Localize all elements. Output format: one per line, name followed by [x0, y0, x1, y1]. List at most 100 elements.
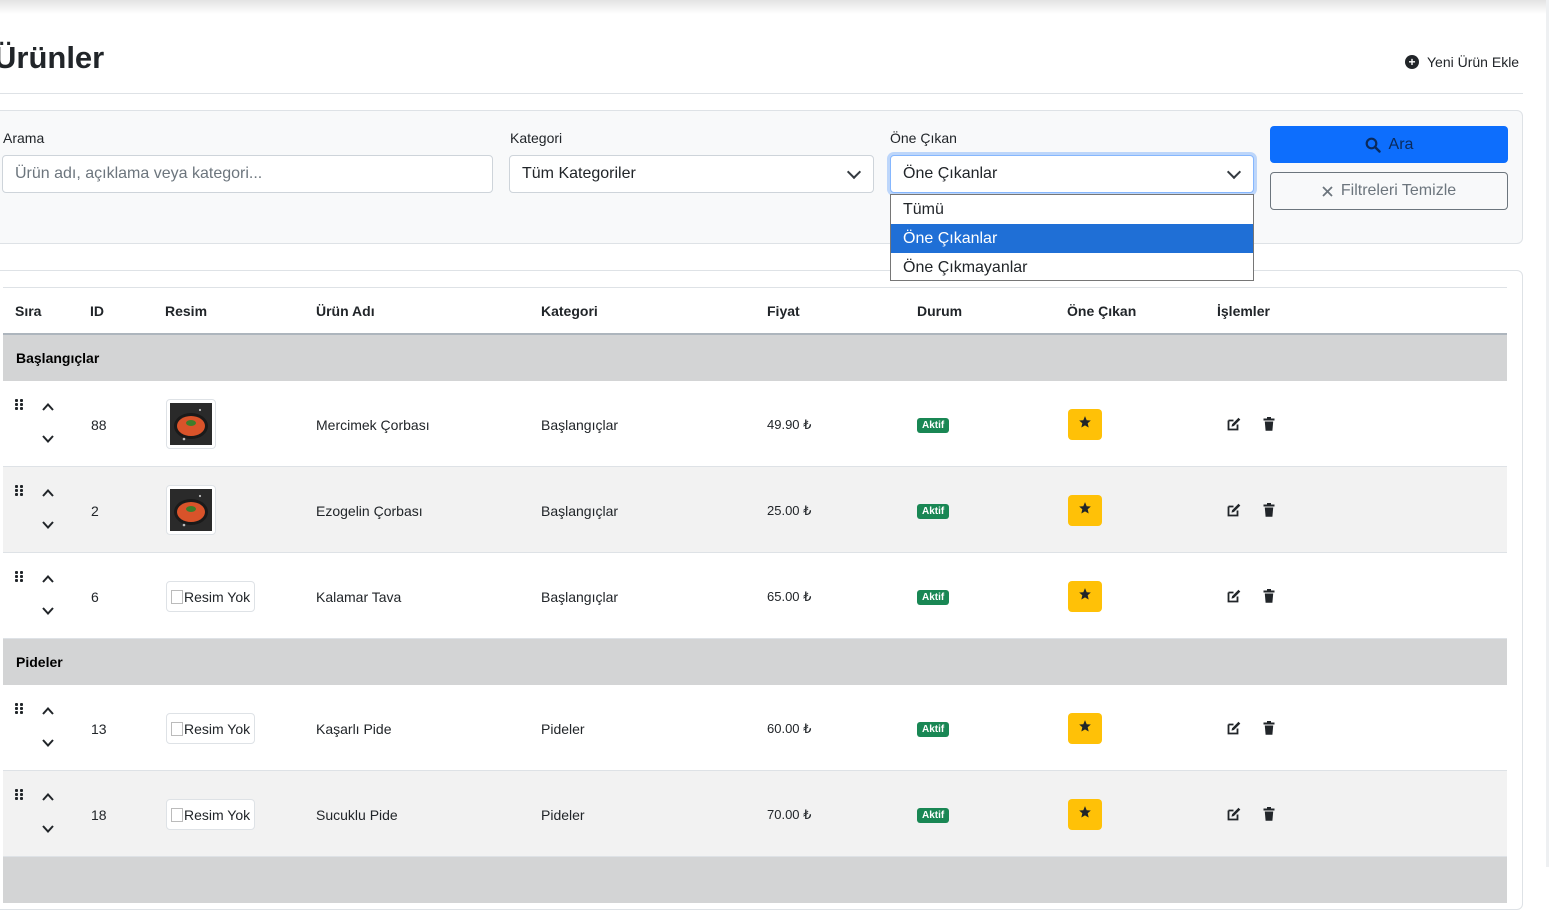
search-icon: [1365, 137, 1381, 153]
move-down-icon[interactable]: [41, 822, 55, 836]
row-id: 13: [91, 721, 107, 737]
status-badge: Aktif: [917, 722, 950, 737]
edit-icon[interactable]: [1226, 720, 1242, 736]
product-thumbnail: [166, 399, 216, 449]
move-up-icon[interactable]: [41, 486, 55, 500]
move-down-icon[interactable]: [41, 432, 55, 446]
product-category: Başlangıçlar: [541, 503, 619, 519]
featured-select[interactable]: Öne Çıkanlar: [890, 155, 1254, 193]
edit-icon[interactable]: [1226, 502, 1242, 518]
move-down-icon[interactable]: [41, 604, 55, 618]
group-row-next: [3, 857, 1507, 903]
row-id: 6: [91, 589, 99, 605]
broken-image-icon: [171, 589, 183, 604]
product-name: Kalamar Tava: [316, 589, 402, 605]
featured-dropdown-list: Tümü Öne Çıkanlar Öne Çıkmayanlar: [890, 194, 1254, 281]
edit-icon[interactable]: [1226, 806, 1242, 822]
group-label: Başlangıçlar: [16, 350, 100, 366]
page-title: Ürünler: [0, 40, 105, 75]
drag-handle-icon[interactable]: [15, 789, 23, 800]
star-icon: [1078, 719, 1092, 738]
no-image-text: Resim Yok: [184, 720, 251, 737]
header-featured: Öne Çıkan: [1067, 303, 1137, 319]
top-shadow: [0, 0, 1549, 14]
chevron-down-icon: [1226, 164, 1242, 180]
edit-icon[interactable]: [1226, 416, 1242, 432]
table-row: 2 Ezogelin Çorbası Başlangıçlar 25.00 ₺ Akti…: [3, 467, 1507, 553]
add-product-label: Yeni Ürün Ekle: [1427, 54, 1520, 70]
featured-toggle-button[interactable]: [1068, 713, 1102, 744]
broken-image-icon: [171, 807, 183, 822]
product-name: Ezogelin Çorbası: [316, 503, 423, 519]
category-select-value: Tüm Kategoriler: [522, 165, 636, 182]
edit-icon[interactable]: [1226, 588, 1242, 604]
title-divider: [0, 93, 1523, 94]
table-top-rule: [3, 287, 1507, 288]
header-price: Fiyat: [767, 303, 800, 319]
search-input[interactable]: Ürün adı, açıklama veya kategori...: [2, 155, 493, 193]
clear-filters-label: Filtreleri Temizle: [1340, 182, 1457, 199]
featured-toggle-button[interactable]: [1068, 581, 1102, 612]
product-name: Sucuklu Pide: [316, 807, 398, 823]
product-price: 25.00 ₺: [767, 503, 812, 518]
featured-option-featured[interactable]: Öne Çıkanlar: [891, 224, 1253, 253]
move-up-icon[interactable]: [41, 400, 55, 414]
group-row: Pideler: [3, 639, 1507, 685]
status-badge: Aktif: [917, 418, 950, 433]
header-actions: İşlemler: [1217, 303, 1270, 319]
product-price: 49.90 ₺: [767, 417, 812, 432]
status-badge: Aktif: [917, 808, 950, 823]
row-id: 18: [91, 807, 107, 823]
drag-handle-icon[interactable]: [15, 399, 23, 410]
search-button-label: Ara: [1388, 135, 1414, 153]
drag-handle-icon[interactable]: [15, 703, 23, 714]
row-id: 2: [91, 503, 99, 519]
star-icon: [1078, 415, 1092, 434]
move-up-icon[interactable]: [41, 790, 55, 804]
featured-toggle-button[interactable]: [1068, 409, 1102, 440]
product-image-missing: Resim Yok: [166, 581, 256, 612]
table-row: 13 Resim Yok Kaşarlı Pide Pideler 60.00 ₺ Akt…: [3, 685, 1507, 771]
close-icon: [1322, 185, 1333, 197]
star-icon: [1078, 501, 1092, 520]
header-order: Sıra: [15, 303, 42, 319]
search-placeholder: Ürün adı, açıklama veya kategori...: [15, 165, 263, 182]
featured-select-value: Öne Çıkanlar: [903, 165, 998, 182]
move-up-icon[interactable]: [41, 704, 55, 718]
header-name: Ürün Adı: [316, 303, 375, 319]
trash-icon[interactable]: [1261, 588, 1277, 604]
product-price: 65.00 ₺: [767, 589, 812, 604]
header-image: Resim: [165, 303, 208, 319]
drag-handle-icon[interactable]: [15, 485, 23, 496]
trash-icon[interactable]: [1261, 806, 1277, 822]
move-down-icon[interactable]: [41, 518, 55, 532]
product-category: Pideler: [541, 807, 585, 823]
product-image-missing: Resim Yok: [166, 799, 256, 830]
move-down-icon[interactable]: [41, 736, 55, 750]
trash-icon[interactable]: [1261, 720, 1277, 736]
plus-circle-icon: +: [1405, 55, 1419, 69]
featured-toggle-button[interactable]: [1068, 495, 1102, 526]
drag-handle-icon[interactable]: [15, 571, 23, 582]
product-name: Mercimek Çorbası: [316, 417, 430, 433]
no-image-text: Resim Yok: [184, 806, 251, 823]
product-category: Başlangıçlar: [541, 417, 619, 433]
category-label: Kategori: [510, 130, 563, 146]
group-label: Pideler: [16, 654, 63, 670]
featured-option-all[interactable]: Tümü: [891, 195, 1253, 224]
header-status: Durum: [917, 303, 963, 319]
trash-icon[interactable]: [1261, 502, 1277, 518]
featured-toggle-button[interactable]: [1068, 799, 1102, 830]
clear-filters-button[interactable]: Filtreleri Temizle: [1270, 172, 1508, 210]
add-product-button[interactable]: + Yeni Ürün Ekle: [1405, 54, 1519, 70]
move-up-icon[interactable]: [41, 572, 55, 586]
category-select[interactable]: Tüm Kategoriler: [509, 155, 874, 193]
product-category: Pideler: [541, 721, 585, 737]
featured-option-not-featured[interactable]: Öne Çıkmayanlar: [891, 253, 1253, 282]
no-image-text: Resim Yok: [184, 588, 251, 605]
product-category: Başlangıçlar: [541, 589, 619, 605]
trash-icon[interactable]: [1261, 416, 1277, 432]
search-button[interactable]: Ara: [1270, 126, 1508, 163]
product-price: 70.00 ₺: [767, 807, 812, 822]
status-badge: Aktif: [917, 590, 950, 605]
